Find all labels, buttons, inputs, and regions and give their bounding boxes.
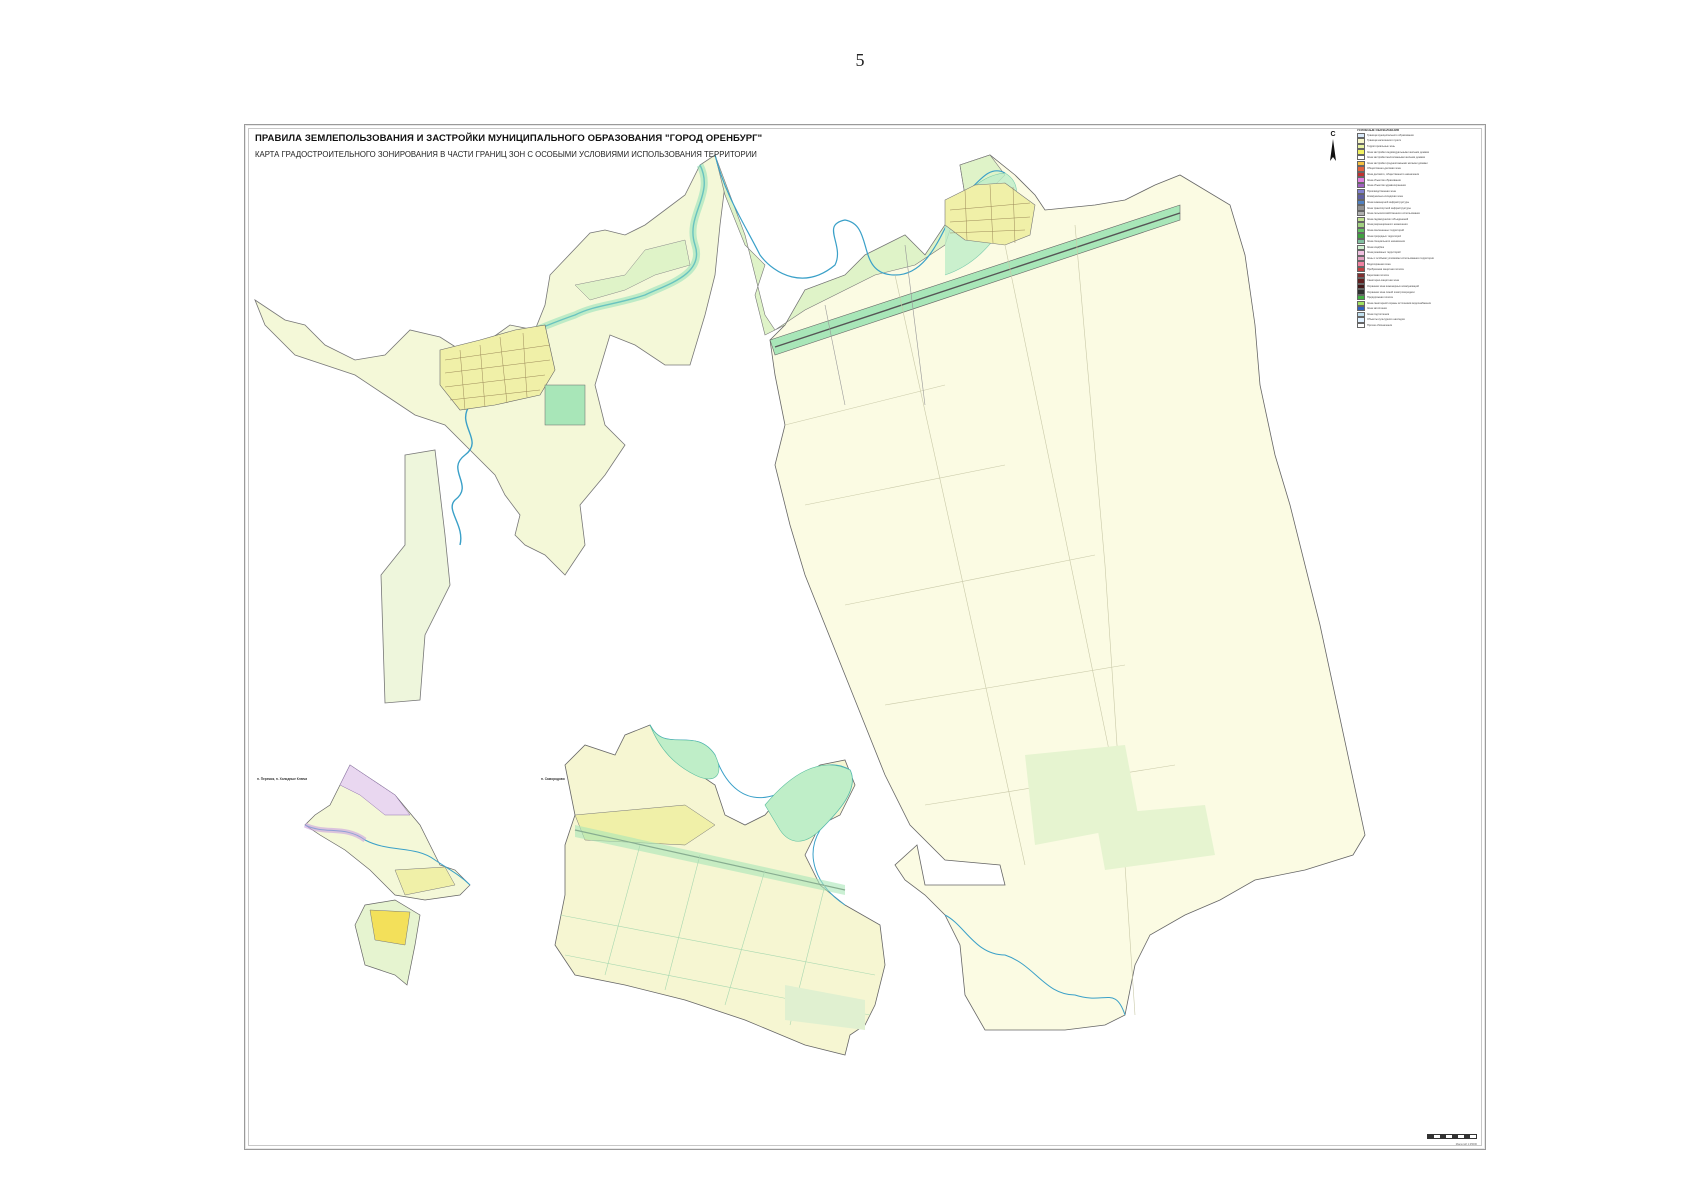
- legend-label: Зона транспортной инфраструктуры: [1367, 206, 1411, 210]
- legend-label: Зона специального назначения: [1367, 240, 1405, 244]
- legend-label: Зона садоводческих объединений: [1367, 217, 1409, 221]
- legend-swatch: [1357, 244, 1365, 250]
- legend-swatch: [1357, 216, 1365, 222]
- legend-swatch: [1357, 222, 1365, 228]
- legend-swatch: [1357, 289, 1365, 295]
- legend-label: Зона застройки малоэтажными жилыми домам…: [1367, 156, 1426, 160]
- legend-label: Береговая полоса: [1367, 273, 1389, 277]
- legend-label: Граница населенного пункта: [1367, 139, 1402, 143]
- legend-swatch: [1357, 311, 1365, 318]
- legend-swatch: [1357, 283, 1365, 290]
- legend-swatch: [1357, 149, 1365, 155]
- legend-swatch: [1357, 278, 1365, 284]
- legend-swatch: [1357, 160, 1365, 167]
- map-legend: УСЛОВНЫЕ ОБОЗНАЧЕНИЯ Граница муниципальн…: [1357, 128, 1475, 329]
- legend-label: Водоохранная зона: [1367, 262, 1391, 266]
- legend-label: Зона природных территорий: [1367, 234, 1402, 238]
- legend-label: Санитарно-защитная зона: [1367, 279, 1399, 283]
- legend-label: Территориальные зоны: [1367, 145, 1396, 149]
- legend-label: Зона санитарной охраны источников водосн…: [1367, 301, 1431, 305]
- legend-swatch: [1357, 211, 1365, 217]
- legend-label: Зона сельскохозяйственного использования: [1367, 212, 1421, 216]
- north-arrow: С: [1327, 131, 1339, 163]
- legend-swatch: [1357, 238, 1365, 245]
- legend-label: Зона подтопления: [1367, 312, 1390, 316]
- legend-swatch: [1357, 227, 1365, 234]
- inset-label-samorodovo: п. Самородово: [541, 777, 565, 781]
- legend-label: Зона рекреационного назначения: [1367, 223, 1408, 227]
- legend-swatch: [1357, 138, 1365, 144]
- legend-label: Зона застройки среднеэтажными жилыми дом…: [1367, 161, 1428, 165]
- legend-swatch: [1357, 233, 1365, 239]
- legend-swatch: [1357, 177, 1365, 183]
- legend-label: Зоны с особыми условиями использования т…: [1367, 256, 1434, 260]
- legend-swatch: [1357, 205, 1365, 211]
- legend-swatch: [1357, 261, 1365, 267]
- legend-swatch: [1357, 183, 1365, 189]
- legend-label: Зона озелененных территорий: [1367, 228, 1404, 232]
- map-canvas[interactable]: [245, 125, 1485, 1149]
- legend-label: Зона объектов образования: [1367, 178, 1401, 182]
- legend-swatch: [1357, 143, 1365, 150]
- legend-label: Граница муниципального образования: [1367, 133, 1414, 137]
- legend-label: Охранная зона инженерных коммуникаций: [1367, 284, 1419, 288]
- legend-label: Зона инженерной инфраструктуры: [1367, 201, 1410, 205]
- legend-label: Коммунально-складская зона: [1367, 195, 1403, 199]
- legend-swatch: [1357, 155, 1365, 161]
- page-number: 5: [855, 50, 865, 70]
- legend-label: Зона делового, общественного назначения: [1367, 173, 1420, 177]
- legend-swatch: [1357, 294, 1365, 301]
- legend-swatch: [1357, 272, 1365, 278]
- scale-bar: [1427, 1134, 1477, 1139]
- legend-swatch: [1357, 132, 1365, 139]
- legend-label: Охранная зона линий электропередачи: [1367, 290, 1415, 294]
- legend-swatch: [1357, 171, 1365, 178]
- legend-label: Прочие обозначения: [1367, 324, 1393, 328]
- legend-label: Производственная зона: [1367, 189, 1396, 193]
- legend-swatch: [1357, 266, 1365, 273]
- map-title: ПРАВИЛА ЗЕМЛЕПОЛЬЗОВАНИЯ И ЗАСТРОЙКИ МУН…: [255, 133, 763, 144]
- inset-label-pereshok: п. Пережок, п. Холодные Ключи: [257, 777, 308, 781]
- legend-label: Объекты культурного наследия: [1367, 318, 1405, 322]
- north-arrow-label: С: [1330, 131, 1336, 138]
- legend-swatch: [1357, 300, 1365, 306]
- legend-swatch: [1357, 194, 1365, 200]
- legend-label: Придорожная полоса: [1367, 296, 1393, 300]
- legend-label: Зона затопления: [1367, 307, 1388, 311]
- legend-label: Общественно-деловая зона: [1367, 167, 1401, 171]
- legend-swatch: [1357, 306, 1365, 312]
- legend-label: Зона кладбищ: [1367, 245, 1385, 249]
- territory-tail: [380, 449, 451, 704]
- legend-label: Зона застройки индивидуальными жилыми до…: [1367, 150, 1430, 154]
- legend-label: Зона режимных территорий: [1367, 251, 1401, 255]
- legend-swatch: [1357, 255, 1365, 262]
- territory-east[interactable]: [769, 154, 1366, 1031]
- map-sheet: ПРАВИЛА ЗЕМЛЕПОЛЬЗОВАНИЯ И ЗАСТРОЙКИ МУН…: [244, 124, 1486, 1150]
- legend-swatch: [1357, 322, 1365, 329]
- legend-swatch: [1357, 188, 1365, 195]
- legend-swatch: [1357, 317, 1365, 323]
- legend-swatch: [1357, 199, 1365, 206]
- legend-items: Граница муниципального образования Границ…: [1357, 132, 1475, 329]
- map-subtitle: КАРТА ГРАДОСТРОИТЕЛЬНОГО ЗОНИРОВАНИЯ В Ч…: [255, 150, 757, 159]
- legend-label: Зона объектов здравоохранения: [1367, 184, 1407, 188]
- legend-label: Прибрежная защитная полоса: [1367, 268, 1404, 272]
- legend-swatch: [1357, 166, 1365, 172]
- legend-item: Прочие обозначения: [1357, 322, 1475, 329]
- scale-note: Масштаб 1:25000: [1455, 1143, 1477, 1146]
- legend-swatch: [1357, 250, 1365, 256]
